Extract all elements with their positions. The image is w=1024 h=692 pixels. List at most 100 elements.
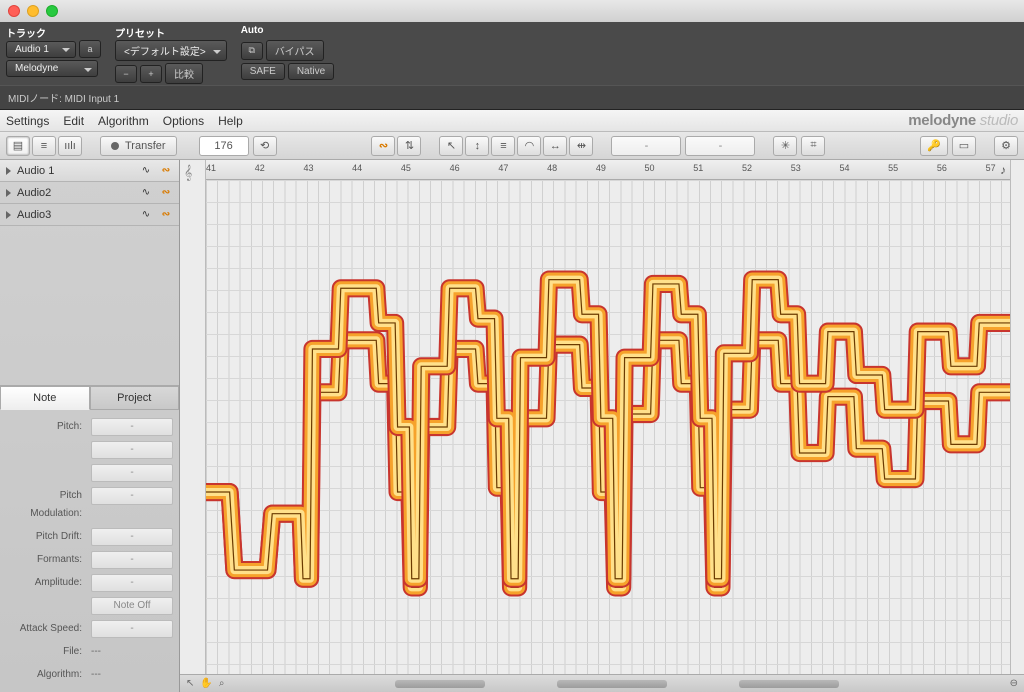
track-name: Audio2 — [17, 187, 133, 199]
tool-row: ▤ ≡ ıılı Transfer 176 ⟲ ∾ ⇅ ↖ ↕ ≡ ◠ ↔ ⇹ … — [0, 132, 1024, 160]
track-section-label: トラック — [6, 25, 101, 38]
window-mode-button[interactable]: ⧉ — [241, 42, 263, 60]
left-panel: Audio 1 ∿ ∾ Audio2 ∿ ∾ Audio3 ∿ ∾ Note P… — [0, 160, 180, 692]
preset-minus-button[interactable]: − — [115, 65, 137, 83]
pitch-drift-value[interactable]: - — [91, 528, 173, 546]
ruler-tick: 42 — [255, 163, 265, 173]
track-row[interactable]: Audio3 ∿ ∾ — [0, 204, 179, 226]
tab-note[interactable]: Note — [0, 386, 90, 410]
ruler-tick: 41 — [206, 163, 216, 173]
settings-gear-button[interactable]: ⚙ — [994, 136, 1018, 156]
inspector-panel: Note Project Pitch: - - - Pitch Modulati… — [0, 385, 179, 692]
treble-clef-icon: 𝄞 — [184, 164, 192, 181]
sync-tool-button[interactable]: ⇅ — [397, 136, 421, 156]
formants-value[interactable]: - — [91, 551, 173, 569]
view-eq-button[interactable]: ıılı — [58, 136, 82, 156]
horizontal-scrollbar-3[interactable] — [739, 680, 839, 688]
track-mute-icon[interactable]: ∿ — [139, 186, 153, 200]
track-row[interactable]: Audio2 ∿ ∾ — [0, 182, 179, 204]
pitch-tool-button[interactable]: ↕ — [465, 136, 489, 156]
time-ruler[interactable]: 4142434445464748495051525354555657 — [206, 160, 1010, 180]
editor-area[interactable]: 𝄞 4142434445464748495051525354555657 ♪ ↖… — [180, 160, 1024, 692]
amplitude-label: Amplitude: — [6, 574, 86, 592]
menu-algorithm[interactable]: Algorithm — [98, 114, 149, 128]
arrow-tool-button[interactable]: ↖ — [439, 136, 463, 156]
formants-label: Formants: — [6, 551, 86, 569]
tab-project[interactable]: Project — [90, 386, 180, 410]
preset-section-label: プリセット — [115, 25, 227, 38]
track-link-icon[interactable]: ∾ — [159, 186, 173, 200]
host-toolbar: トラック Audio 1 a Melodyne プリセット <デフォルト設定> … — [0, 22, 1024, 85]
tool-group-edit: ↖ ↕ ≡ ◠ ↔ ⇹ — [439, 136, 593, 156]
vertical-scrollbar[interactable] — [1010, 160, 1024, 674]
pitch-mod-label: Pitch Modulation: — [6, 487, 86, 523]
track-row[interactable]: Audio 1 ∿ ∾ — [0, 160, 179, 182]
file-label: File: — [6, 643, 86, 661]
tempo-link-button[interactable]: ⟲ — [253, 136, 277, 156]
zoom-icon: ⌕ — [219, 678, 225, 689]
track-letter-button[interactable]: a — [79, 40, 101, 58]
attack-value[interactable]: - — [91, 620, 173, 638]
track-mute-icon[interactable]: ∿ — [139, 208, 153, 222]
noteoff-button[interactable]: Note Off — [91, 597, 173, 615]
ruler-tick: 47 — [498, 163, 508, 173]
track-list: Audio 1 ∿ ∾ Audio2 ∿ ∾ Audio3 ∿ ∾ — [0, 160, 179, 226]
view-key-button[interactable]: 🔑 — [920, 136, 948, 156]
disclosure-icon — [6, 211, 11, 219]
tempo-display[interactable]: 176 — [199, 136, 249, 156]
ruler-tick: 45 — [401, 163, 411, 173]
track-link-icon[interactable]: ∾ — [159, 164, 173, 178]
pitch-mod-value[interactable]: - — [91, 487, 173, 505]
ruler-tick: 55 — [888, 163, 898, 173]
ruler-tick: 49 — [596, 163, 606, 173]
menu-options[interactable]: Options — [163, 114, 204, 128]
view-sliders-button[interactable]: ≡ — [32, 136, 56, 156]
view-list-button[interactable]: ▤ — [6, 136, 30, 156]
track-mute-icon[interactable]: ∿ — [139, 164, 153, 178]
link-tool-button[interactable]: ∾ — [371, 136, 395, 156]
pitch-value[interactable]: - — [91, 418, 173, 436]
amplitude-tool-button[interactable]: ◠ — [517, 136, 541, 156]
menu-help[interactable]: Help — [218, 114, 243, 128]
formant-tool-button[interactable]: ≡ — [491, 136, 515, 156]
close-icon[interactable] — [8, 5, 20, 17]
track-select[interactable]: Audio 1 — [6, 41, 76, 58]
cursor-icon: ↖ — [186, 678, 194, 689]
safe-button[interactable]: SAFE — [241, 63, 285, 80]
bypass-button[interactable]: バイパス — [266, 40, 324, 61]
horizontal-scrollbar[interactable] — [395, 680, 485, 688]
pitch-ruler[interactable]: 𝄞 — [180, 160, 206, 674]
horizontal-scrollbar-2[interactable] — [557, 680, 667, 688]
brand-logo: melodyne studio — [908, 112, 1018, 129]
info-field-1: - — [611, 136, 681, 156]
menu-settings[interactable]: Settings — [6, 114, 49, 128]
preset-select[interactable]: <デフォルト設定> — [115, 40, 227, 61]
tool-group-link: ∾ ⇅ — [371, 136, 421, 156]
ruler-tick: 44 — [352, 163, 362, 173]
compare-button[interactable]: 比較 — [165, 63, 203, 84]
zoom-icon[interactable] — [46, 5, 58, 17]
zoom-out-icon[interactable]: ⊖ — [1010, 678, 1018, 689]
separate-tool-button[interactable]: ⇹ — [569, 136, 593, 156]
note-grid-icon[interactable]: ♪ — [1000, 163, 1006, 177]
pitch-label: Pitch: — [6, 418, 86, 436]
menu-edit[interactable]: Edit — [63, 114, 84, 128]
ruler-tick: 57 — [986, 163, 996, 173]
instrument-select[interactable]: Melodyne — [6, 60, 98, 77]
pitch2-value[interactable]: - — [91, 441, 173, 459]
transfer-button[interactable]: Transfer — [100, 136, 177, 156]
minimize-icon[interactable] — [27, 5, 39, 17]
note-grid[interactable] — [206, 180, 1010, 674]
pitch-drift-label: Pitch Drift: — [6, 528, 86, 546]
amplitude-value[interactable]: - — [91, 574, 173, 592]
transfer-label: Transfer — [125, 140, 166, 152]
audio-blobs — [206, 180, 1010, 674]
native-button[interactable]: Native — [288, 63, 334, 80]
preset-plus-button[interactable]: + — [140, 65, 162, 83]
view-overview-button[interactable]: ▭ — [952, 136, 976, 156]
scale-button[interactable]: ⌗ — [801, 136, 825, 156]
time-tool-button[interactable]: ↔ — [543, 136, 567, 156]
snap-button[interactable]: ✳ — [773, 136, 797, 156]
track-link-icon[interactable]: ∾ — [159, 208, 173, 222]
pitch3-value[interactable]: - — [91, 464, 173, 482]
